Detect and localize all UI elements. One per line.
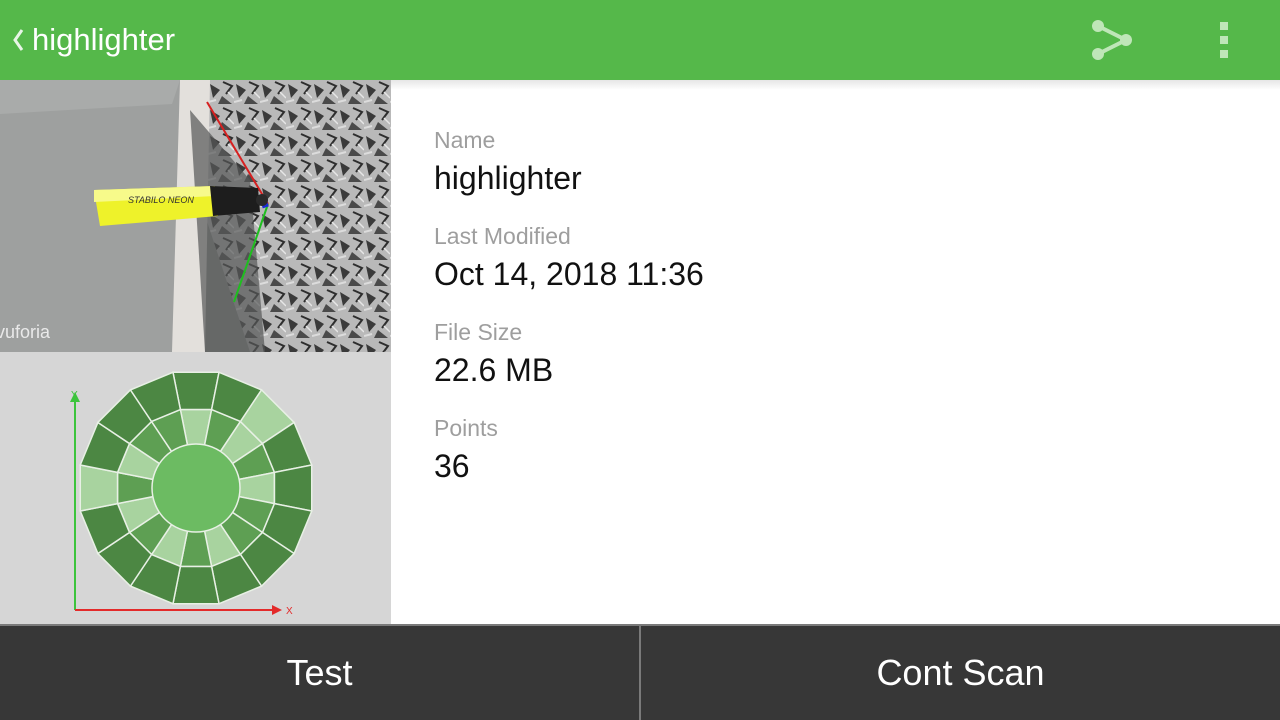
more-options-button[interactable] [1204, 16, 1244, 64]
file-size-field: File Size 22.6 MB [434, 318, 704, 414]
highlighter-brand-label: STABILO NEON [128, 195, 194, 205]
y-axis-label: Y [71, 390, 78, 401]
more-vert-icon [1220, 22, 1228, 58]
camera-preview: STABILO NEON vuforia [0, 80, 391, 352]
share-button[interactable] [1086, 16, 1138, 64]
name-value: highlighter [434, 160, 582, 196]
vuforia-watermark: vuforia [0, 322, 51, 342]
back-button[interactable]: highlighter [0, 0, 175, 80]
file-size-value: 22.6 MB [434, 352, 554, 388]
name-label: Name [434, 127, 496, 153]
points-label: Points [434, 415, 498, 441]
last-modified-label: Last Modified [434, 223, 571, 249]
last-modified-field: Last Modified Oct 14, 2018 11:36 [434, 222, 704, 318]
app-bar-shadow [391, 80, 1280, 90]
share-icon [1092, 20, 1132, 60]
bottom-action-bar: Test Cont Scan [0, 624, 1280, 720]
dome-center [151, 443, 241, 533]
cont-scan-button[interactable]: Cont Scan [641, 626, 1280, 720]
file-size-label: File Size [434, 319, 523, 345]
name-field: Name highlighter [434, 126, 704, 222]
points-value: 36 [434, 448, 470, 484]
points-field: Points 36 [434, 414, 704, 510]
chevron-left-icon [8, 20, 28, 60]
object-details: Name highlighter Last Modified Oct 14, 2… [434, 126, 704, 510]
x-axis-label: X [286, 606, 293, 617]
coverage-map: Y X [0, 352, 391, 624]
test-button[interactable]: Test [0, 626, 639, 720]
page-title: highlighter [32, 22, 176, 57]
last-modified-value: Oct 14, 2018 11:36 [434, 256, 704, 292]
app-bar: highlighter [0, 0, 1280, 80]
